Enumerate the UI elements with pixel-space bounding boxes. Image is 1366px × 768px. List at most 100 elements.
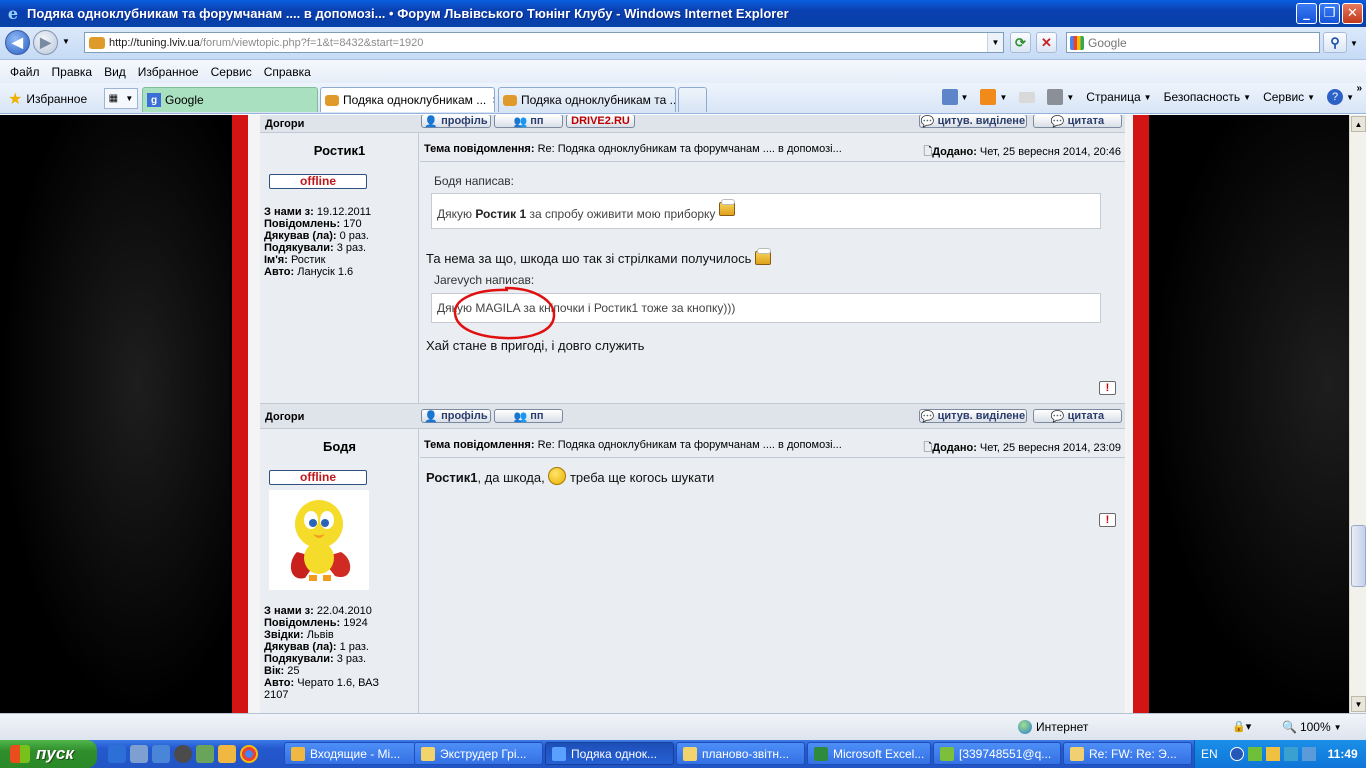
- back-button[interactable]: ◀: [5, 30, 30, 55]
- quote-button[interactable]: 💬 цитата: [1033, 409, 1122, 423]
- scroll-up-icon[interactable]: ▲: [1351, 116, 1366, 132]
- taskbar-item-folder[interactable]: Экструдер Грі...: [414, 742, 543, 765]
- refresh-icon[interactable]: ⟳: [1010, 32, 1031, 53]
- tray-volume-icon[interactable]: [1301, 747, 1316, 761]
- page-scrollbar[interactable]: ▲ ▼: [1349, 115, 1366, 713]
- app-quicklaunch-icon[interactable]: [196, 745, 214, 763]
- quote-selected-button[interactable]: 💬 цитув. виділене: [919, 409, 1027, 423]
- restore-button[interactable]: ❐: [1319, 3, 1340, 24]
- pm-label: пп: [530, 115, 544, 127]
- page-menu[interactable]: Страница ▼: [1080, 90, 1157, 104]
- topic-title[interactable]: Re: Подяка одноклубникам та форумчанам .…: [538, 439, 842, 451]
- taskbar-item-ie[interactable]: Подяка однок...: [545, 742, 674, 765]
- quote-block: Дякую Ростик 1 за спробу оживити мою при…: [431, 193, 1101, 229]
- tray-app-icon[interactable]: [1247, 747, 1262, 761]
- help-button[interactable]: ? ▼: [1321, 89, 1360, 105]
- profile-button[interactable]: 👤 профіль: [421, 409, 491, 423]
- search-input[interactable]: [1088, 35, 1288, 50]
- safety-menu[interactable]: Безопасность ▼: [1158, 90, 1257, 104]
- print-button[interactable]: ▼: [1041, 89, 1080, 105]
- tab-google[interactable]: g Google: [142, 87, 318, 112]
- forward-button[interactable]: ▶: [33, 30, 58, 55]
- report-button[interactable]: !: [1099, 513, 1116, 527]
- mail-quicklaunch-icon[interactable]: [218, 745, 236, 763]
- tray-mail-icon[interactable]: [1265, 747, 1280, 761]
- close-window-button[interactable]: ✕: [1342, 3, 1363, 24]
- explorer-quicklaunch-icon[interactable]: [130, 745, 148, 763]
- post2-user-stats: З нами з: 22.04.2010 Повідомлень: 1924 З…: [264, 605, 379, 701]
- profile-button[interactable]: 👤 профіль: [421, 115, 491, 128]
- taskbar-item-label: Входящие - Mi...: [310, 746, 401, 761]
- taskbar-item-mail[interactable]: Re: FW: Re: Э...: [1063, 742, 1192, 765]
- quote-username: Ростик 1: [475, 207, 527, 221]
- stat-value: Львів: [306, 629, 334, 641]
- mention-username: Ростик1: [426, 470, 478, 485]
- protected-mode-icon[interactable]: 🔒▾: [1232, 720, 1251, 733]
- menu-view[interactable]: Вид: [98, 65, 132, 79]
- favorites-button[interactable]: ★ Избранное: [8, 89, 87, 109]
- tab-forum[interactable]: Подяка одноклубникам та ...: [498, 87, 676, 112]
- status-bar: Интернет 🔒▾ 🔍 100% ▼: [0, 713, 1366, 740]
- post-author[interactable]: Ростик1: [260, 143, 419, 158]
- address-dropdown-icon[interactable]: ▼: [987, 33, 1003, 52]
- security-zone[interactable]: Интернет: [1018, 720, 1088, 734]
- page-background-left: [0, 115, 230, 713]
- language-indicator[interactable]: EN: [1201, 747, 1218, 761]
- scroll-thumb[interactable]: [1351, 525, 1366, 587]
- beer-icon: [755, 248, 772, 265]
- search-box[interactable]: [1066, 32, 1320, 53]
- uptop-link[interactable]: Догори: [265, 411, 304, 423]
- user-icon: 👤: [424, 410, 439, 423]
- ie2-quicklaunch-icon[interactable]: [152, 745, 170, 763]
- drive2-button[interactable]: DRIVE2.RU: [566, 115, 635, 128]
- pm-button[interactable]: 👥 пп: [494, 115, 563, 128]
- site-favicon-icon: [89, 36, 105, 49]
- toolbar-chevron-icon[interactable]: »: [1356, 83, 1362, 94]
- scroll-down-icon[interactable]: ▼: [1351, 696, 1366, 712]
- tray-back-icon[interactable]: [1229, 747, 1244, 761]
- uptop-link[interactable]: Догори: [265, 118, 304, 130]
- ie-quicklaunch-icon[interactable]: [108, 745, 126, 763]
- stop-icon[interactable]: ✕: [1036, 32, 1057, 53]
- menu-favorites[interactable]: Избранное: [132, 65, 205, 79]
- media-quicklaunch-icon[interactable]: [174, 745, 192, 763]
- address-bar[interactable]: http://tuning.lviv.ua/forum/viewtopic.ph…: [84, 32, 1004, 53]
- taskbar-item-inbox[interactable]: Входящие - Mi...: [284, 742, 416, 765]
- quick-tabs-icon[interactable]: ▦ ▼: [104, 88, 138, 109]
- stat-value: 22.04.2010: [316, 605, 372, 617]
- minimize-button[interactable]: _: [1296, 3, 1317, 24]
- menu-file[interactable]: Файл: [4, 65, 46, 79]
- new-tab-button[interactable]: [678, 87, 707, 112]
- quote-selected-button[interactable]: 💬 цитув. виділене: [919, 115, 1027, 128]
- start-button[interactable]: пуск: [0, 740, 97, 768]
- stat-key: Ім'я:: [264, 254, 288, 266]
- taskbar-item-qip[interactable]: [339748551@q...: [933, 742, 1061, 765]
- menu-help[interactable]: Справка: [258, 65, 317, 79]
- report-button[interactable]: !: [1099, 381, 1116, 395]
- chrome-quicklaunch-icon[interactable]: [240, 745, 258, 763]
- pm-button[interactable]: 👥 пп: [494, 409, 563, 423]
- post-author[interactable]: Бодя: [260, 439, 419, 454]
- search-options-icon[interactable]: ▼: [1350, 39, 1358, 48]
- menu-tools[interactable]: Сервис: [205, 65, 258, 79]
- menu-edit[interactable]: Правка: [46, 65, 99, 79]
- header-divider: [420, 457, 1125, 458]
- taskbar-item-folder2[interactable]: планово-звітн...: [676, 742, 805, 765]
- topic-title[interactable]: Re: Подяка одноклубникам та форумчанам .…: [538, 143, 842, 155]
- clock[interactable]: 11:49: [1328, 747, 1358, 761]
- search-go-icon[interactable]: ⚲: [1323, 32, 1347, 53]
- zoom-control[interactable]: 🔍 100% ▼: [1282, 720, 1342, 734]
- quote-button[interactable]: 💬 цитата: [1033, 115, 1122, 128]
- history-dropdown-icon[interactable]: ▼: [62, 37, 70, 46]
- feeds-button[interactable]: ▼: [974, 89, 1013, 105]
- taskbar-item-excel[interactable]: Microsoft Excel...: [807, 742, 931, 765]
- window-title-bar[interactable]: e Подяка одноклубникам та форумчанам ...…: [0, 0, 1366, 27]
- mail-button[interactable]: [1013, 91, 1041, 103]
- start-label: пуск: [36, 744, 74, 763]
- tray-network-icon[interactable]: [1283, 747, 1298, 761]
- close-tab-icon[interactable]: ×: [492, 93, 494, 107]
- tools-menu[interactable]: Сервис ▼: [1257, 90, 1321, 104]
- home-button[interactable]: ▼: [936, 89, 975, 105]
- taskbar-item-label: Re: FW: Re: Э...: [1089, 746, 1177, 761]
- tab-forum-active[interactable]: Подяка одноклубникам ... ×: [320, 87, 495, 112]
